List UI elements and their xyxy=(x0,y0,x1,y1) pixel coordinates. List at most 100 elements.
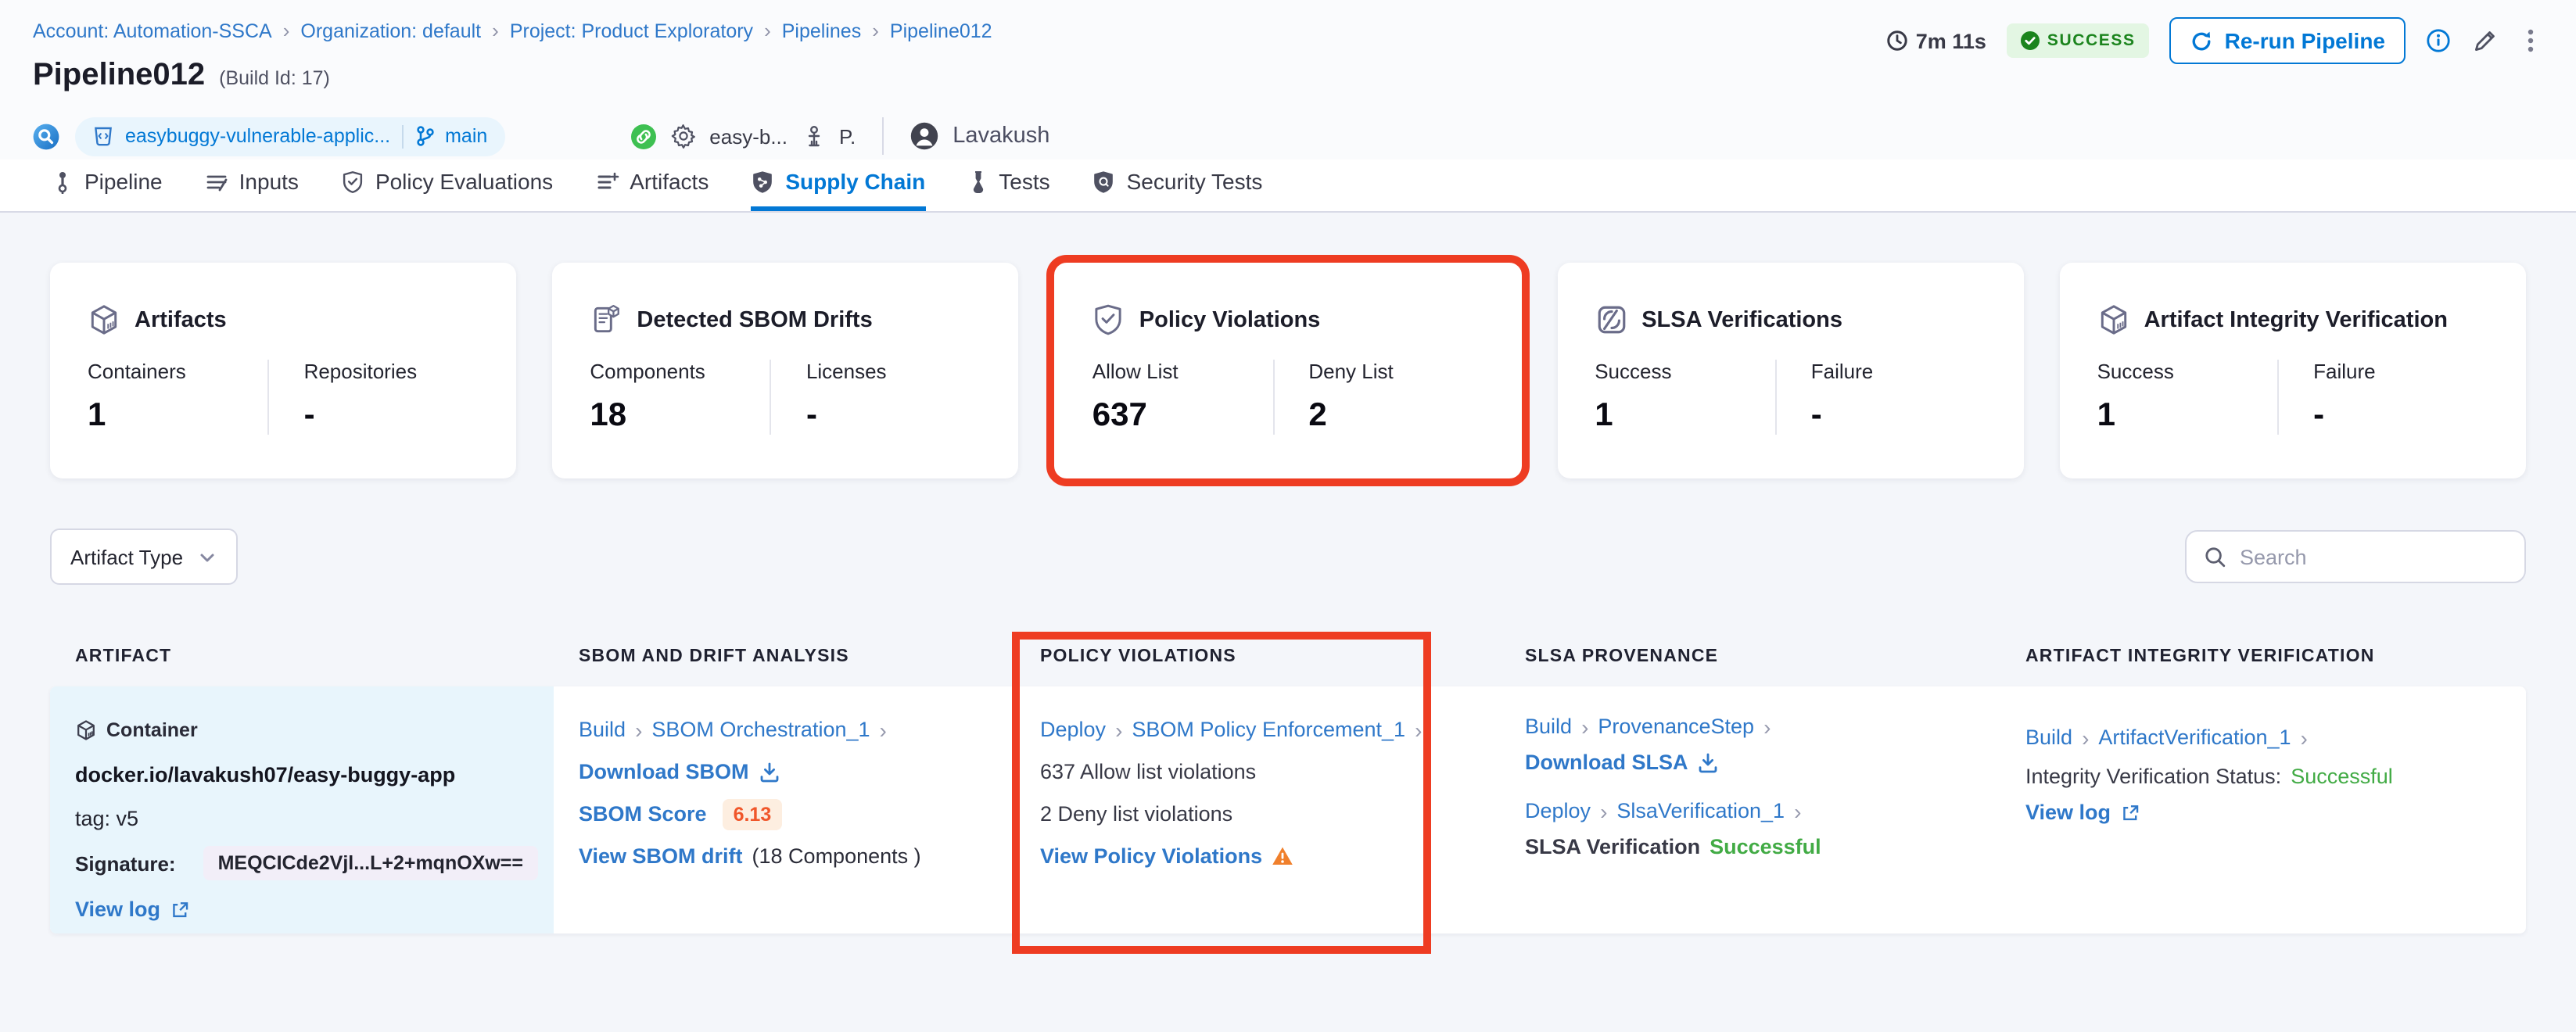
download-icon xyxy=(759,761,780,783)
search-placeholder: Search xyxy=(2240,545,2307,568)
sbom-score-badge: 6.13 xyxy=(723,798,783,830)
tab-artifacts[interactable]: Artifacts xyxy=(595,169,709,211)
stat-value: 637 xyxy=(1092,397,1273,435)
view-log-link[interactable]: View log xyxy=(2025,801,2111,824)
stat-label: Deny List xyxy=(1308,360,1493,383)
signature-label: Signature: xyxy=(75,851,176,875)
repo-name[interactable]: easybuggy-vulnerable-applic... xyxy=(125,125,390,147)
tab-security-tests[interactable]: Security Tests xyxy=(1092,169,1263,211)
search-icon xyxy=(2204,545,2227,568)
chevron-separator: › xyxy=(1600,798,1607,823)
step-link[interactable]: SBOM Policy Enforcement_1 xyxy=(1132,718,1405,741)
table-header: ARTIFACT SBOM AND DRIFT ANALYSIS POLICY … xyxy=(50,647,2526,666)
artifact-type-dropdown[interactable]: Artifact Type xyxy=(50,529,238,585)
breadcrumb-separator: › xyxy=(764,19,771,42)
chevron-separator: › xyxy=(1794,798,1801,823)
tab-pipeline[interactable]: Pipeline xyxy=(52,169,163,211)
card-artifacts: Artifacts Containers1 Repositories- xyxy=(50,263,516,478)
stage-link[interactable]: Build xyxy=(579,718,626,741)
card-detected-sbom-drifts: Detected SBOM Drifts Components18 Licens… xyxy=(552,263,1018,478)
edit-pencil-icon[interactable] xyxy=(2471,27,2498,54)
artifact-cell: Container docker.io/lavakush07/easy-bugg… xyxy=(50,686,554,933)
container-cube-icon xyxy=(75,718,97,740)
column-header-sbom: SBOM AND DRIFT ANALYSIS xyxy=(554,647,1015,666)
tab-tests[interactable]: Tests xyxy=(967,169,1049,211)
refresh-icon xyxy=(2190,29,2214,52)
deny-list-violations: 2 Deny list violations xyxy=(1040,793,1475,835)
stage-link[interactable]: Deploy xyxy=(1525,799,1591,822)
stat-value: 1 xyxy=(88,397,268,435)
column-header-policy-violations: POLICY VIOLATIONS xyxy=(1015,647,1500,666)
stat-value: - xyxy=(2313,397,2498,435)
clock-icon xyxy=(1886,30,1908,52)
stage-link[interactable]: Deploy xyxy=(1040,718,1106,741)
security-shield-icon xyxy=(1092,170,1116,193)
view-policy-violations-link[interactable]: View Policy Violations xyxy=(1040,844,1262,868)
breadcrumb-project[interactable]: Project: Product Exploratory xyxy=(510,20,753,41)
trigger-name: easy-b... xyxy=(709,124,788,148)
branch-name[interactable]: main xyxy=(445,125,487,147)
info-icon[interactable] xyxy=(2426,28,2451,53)
stat-label: Success xyxy=(1595,360,1775,383)
check-circle-icon xyxy=(2021,31,2040,50)
page-title: Pipeline012 xyxy=(33,58,205,94)
trigger-short: P. xyxy=(839,124,856,148)
stat-value: - xyxy=(806,397,991,435)
page-header: Account: Automation-SSCA › Organization:… xyxy=(0,0,2576,159)
module-icon xyxy=(33,123,59,149)
repo-branch-pill: easybuggy-vulnerable-applic... main xyxy=(75,116,504,156)
sbom-scroll-icon xyxy=(590,303,622,336)
card-slsa-verifications: SLSA Verifications Success1 Failure- xyxy=(1557,263,2023,478)
sbom-score-link[interactable]: SBOM Score xyxy=(579,802,707,826)
step-link[interactable]: ArtifactVerification_1 xyxy=(2098,726,2291,749)
artifact-type-label: Container xyxy=(106,718,198,740)
shield-check-icon xyxy=(341,170,364,193)
sbom-drift-note: (18 Components ) xyxy=(752,844,921,868)
download-icon xyxy=(1698,751,1720,773)
stage-link[interactable]: Build xyxy=(1525,715,1572,738)
repository-icon xyxy=(92,125,114,147)
tab-supply-chain[interactable]: Supply Chain xyxy=(751,169,925,211)
tab-bar: Pipeline Inputs Policy Evaluations Artif… xyxy=(0,159,2576,213)
cube-icon xyxy=(88,303,120,336)
download-slsa-link[interactable]: Download SLSA xyxy=(1525,751,1688,774)
step-link[interactable]: ProvenanceStep xyxy=(1598,715,1754,738)
step-link[interactable]: SlsaVerification_1 xyxy=(1616,799,1785,822)
stat-label: Success xyxy=(2097,360,2278,383)
chevron-separator: › xyxy=(1763,714,1771,739)
signature-value[interactable]: MEQCICde2Vjl...L+2+mqnOXw== xyxy=(204,846,537,880)
tab-policy-evaluations[interactable]: Policy Evaluations xyxy=(341,169,553,211)
stat-value: - xyxy=(1811,397,1996,435)
stat-label: Failure xyxy=(1811,360,1996,383)
slsa-verification-label: SLSA Verification xyxy=(1525,835,1700,858)
stage-link[interactable]: Build xyxy=(2025,726,2072,749)
flask-icon xyxy=(967,170,988,193)
tab-inputs[interactable]: Inputs xyxy=(205,169,299,211)
policy-violations-cell: Deploy › SBOM Policy Enforcement_1 › 637… xyxy=(1015,686,1500,933)
view-sbom-drift-link[interactable]: View SBOM drift xyxy=(579,844,743,868)
breadcrumb-pipeline012[interactable]: Pipeline012 xyxy=(890,20,992,41)
stat-label: Failure xyxy=(2313,360,2498,383)
supply-chain-page: Account: Automation-SSCA › Organization:… xyxy=(0,0,2576,1032)
breadcrumb-account[interactable]: Account: Automation-SSCA xyxy=(33,20,272,41)
external-link-icon xyxy=(170,900,188,919)
breadcrumb-organization[interactable]: Organization: default xyxy=(300,20,481,41)
search-input[interactable]: Search xyxy=(2185,530,2526,583)
stat-value: - xyxy=(304,397,489,435)
kebab-menu-icon[interactable] xyxy=(2518,27,2543,55)
chevron-separator: › xyxy=(635,717,642,742)
stat-label: Components xyxy=(590,360,770,383)
gear-icon xyxy=(670,124,695,149)
step-link[interactable]: SBOM Orchestration_1 xyxy=(651,718,870,741)
breadcrumb-pipelines[interactable]: Pipelines xyxy=(782,20,861,41)
chevron-separator: › xyxy=(2082,725,2089,750)
table-row: Container docker.io/lavakush07/easy-bugg… xyxy=(50,686,2526,933)
download-sbom-link[interactable]: Download SBOM xyxy=(579,760,749,783)
view-log-link[interactable]: View log xyxy=(75,898,160,921)
breadcrumb-separator: › xyxy=(492,19,499,42)
shield-check-icon xyxy=(1092,303,1125,336)
rerun-pipeline-button[interactable]: Re-run Pipeline xyxy=(2170,17,2406,64)
stat-label: Containers xyxy=(88,360,268,383)
artifact-image-name: docker.io/lavakush07/easy-buggy-app xyxy=(75,751,529,797)
slsa-icon xyxy=(1595,303,1627,336)
